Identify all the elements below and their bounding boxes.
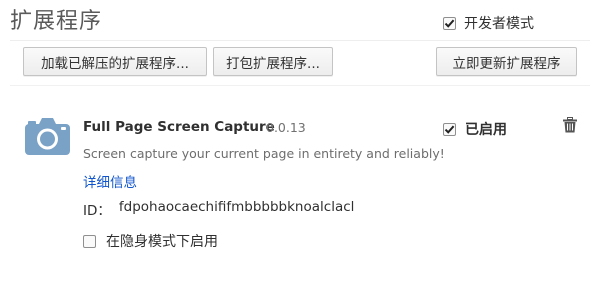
developer-mode-checkbox[interactable] (443, 16, 456, 30)
incognito-checkbox[interactable] (83, 234, 96, 248)
developer-mode-toggle[interactable]: 开发者模式 (443, 13, 534, 33)
update-extensions-button[interactable]: 立即更新扩展程序 (436, 47, 577, 76)
extension-id: ID： fdpohaocaechififmbbbbbknoalclacl (83, 199, 354, 219)
header-divider (10, 40, 590, 41)
extension-id-value: fdpohaocaechififmbbbbbknoalclacl (118, 199, 355, 215)
trash-icon[interactable] (563, 117, 577, 133)
incognito-label: 在隐身模式下启用 (106, 234, 218, 250)
extension-enable-toggle[interactable]: 已启用 (443, 119, 507, 139)
checkmark-icon (444, 125, 455, 134)
load-unpacked-button[interactable]: 加载已解压的扩展程序... (23, 47, 207, 76)
extension-enabled-checkbox[interactable] (443, 122, 456, 136)
extension-enabled-label: 已启用 (465, 122, 507, 138)
extension-version: 0.0.13 (266, 120, 306, 135)
developer-mode-label: 开发者模式 (464, 16, 534, 32)
page-title: 扩展程序 (10, 9, 103, 34)
extension-id-label: ID： (83, 203, 111, 219)
toolbar-divider (10, 85, 590, 86)
pack-extension-button[interactable]: 打包扩展程序... (213, 47, 333, 76)
incognito-toggle[interactable]: 在隐身模式下启用 (83, 231, 218, 251)
extension-description: Screen capture your current page in enti… (83, 146, 445, 161)
details-link[interactable]: 详细信息 (83, 171, 137, 191)
extension-name: Full Page Screen Capture (83, 119, 275, 135)
camera-icon (25, 115, 70, 157)
checkmark-icon (444, 19, 455, 28)
